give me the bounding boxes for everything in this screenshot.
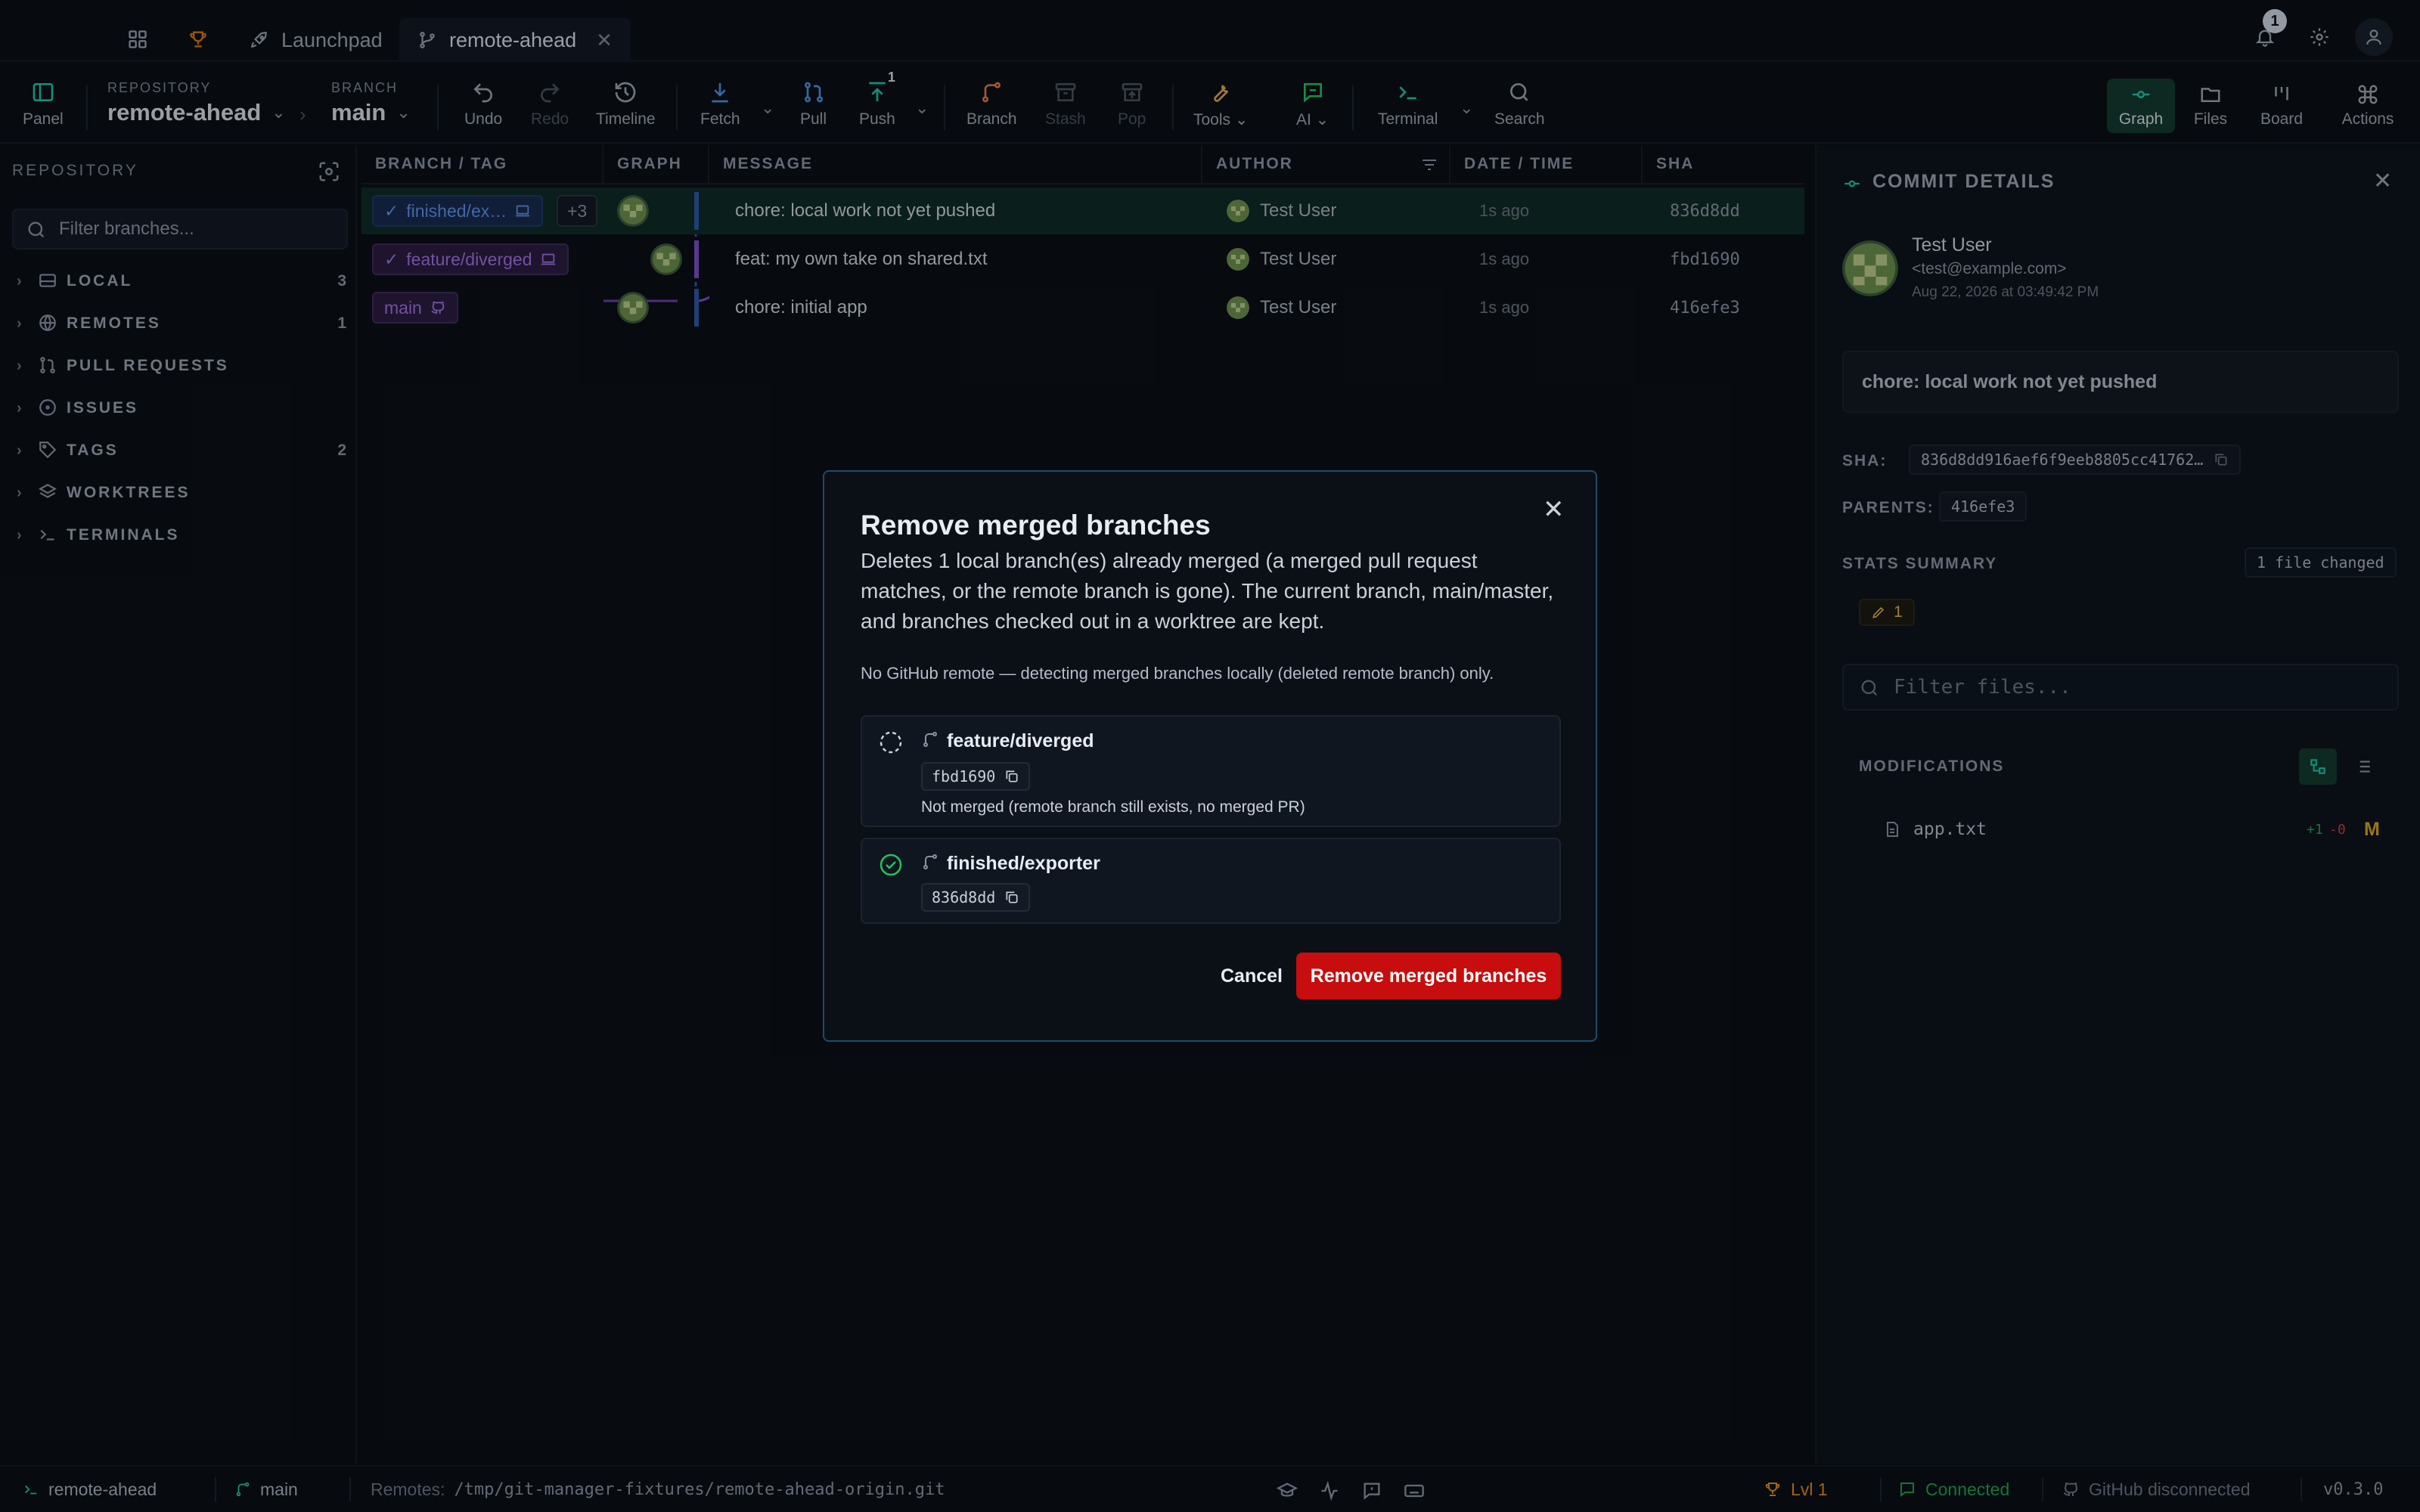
copy-icon[interactable] [1004,769,1019,784]
dialog-note: No GitHub remote — detecting merged bran… [861,664,1494,683]
branch-card-feature-diverged: feature/diverged fbd1690 Not merged (rem… [861,715,1561,827]
branch-sha-chip[interactable]: 836d8dd [921,883,1031,912]
branch-name: finished/exporter [947,853,1100,874]
remove-merged-branches-dialog: ✕ Remove merged branches Deletes 1 local… [823,470,1597,1042]
branch-status-reason: Not merged (remote branch still exists, … [921,798,1305,816]
branch-sha: 836d8dd [932,888,996,906]
branch-icon [921,853,939,871]
branch-sha-chip[interactable]: fbd1690 [921,762,1031,791]
branch-card-finished-exporter: finished/exporter 836d8dd [861,838,1561,924]
remove-merged-branches-button[interactable]: Remove merged branches [1296,953,1561,999]
close-icon[interactable]: ✕ [1543,494,1565,525]
pending-circle-icon [879,730,903,754]
cancel-button[interactable]: Cancel [1202,953,1301,999]
check-circle-icon [879,853,903,877]
branch-icon [921,730,939,748]
dialog-description: Deletes 1 local branch(es) already merge… [861,549,1554,633]
branch-name: feature/diverged [947,730,1094,751]
copy-icon[interactable] [1004,890,1019,905]
dialog-title: Remove merged branches [861,510,1211,541]
branch-sha: fbd1690 [932,767,996,785]
